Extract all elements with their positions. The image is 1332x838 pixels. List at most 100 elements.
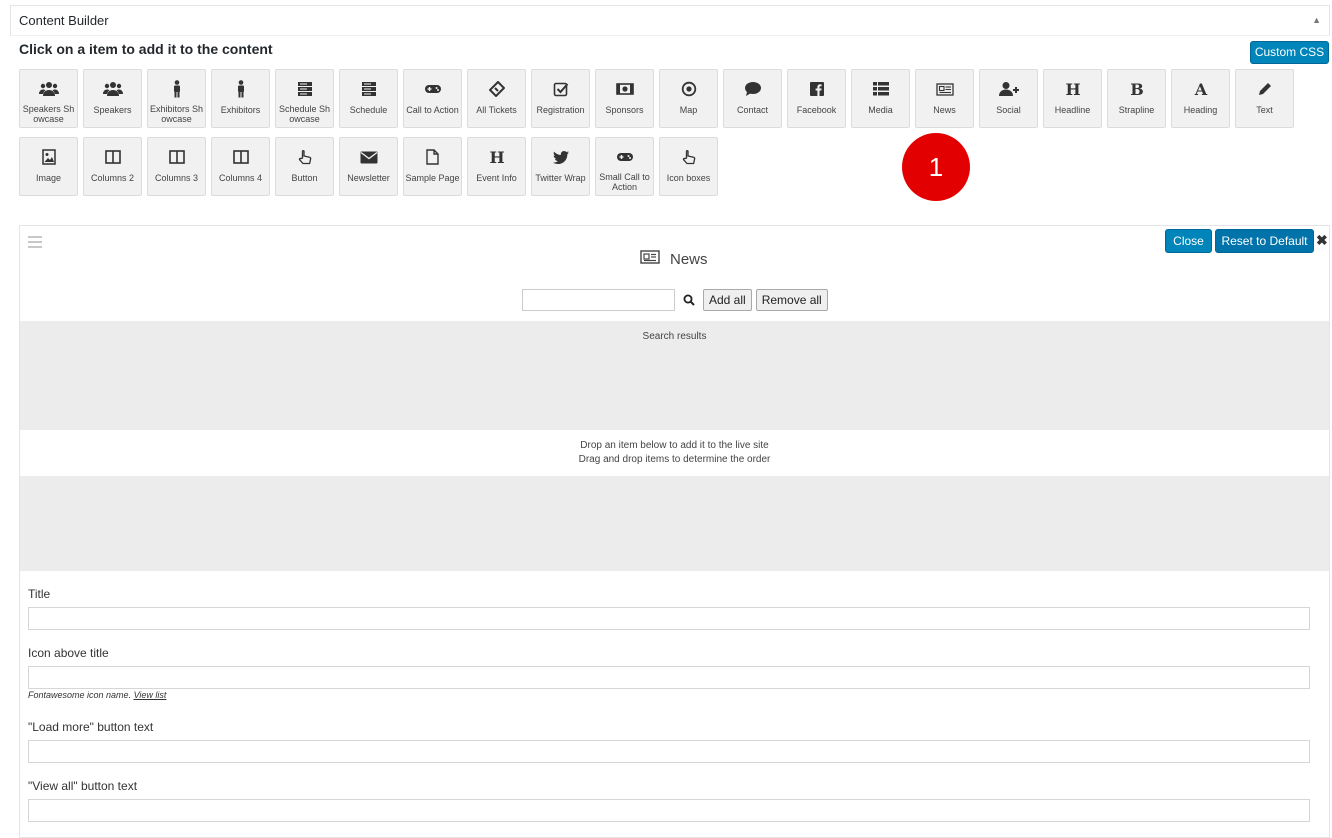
users-icon	[84, 80, 141, 98]
annotation-badge-1: 1	[902, 133, 970, 201]
palette-item-twitter-wrap[interactable]: Twitter Wrap	[531, 137, 590, 196]
palette-item-headline[interactable]: H Headline	[1043, 69, 1102, 128]
server-icon	[340, 80, 397, 98]
twitter-icon	[532, 148, 589, 166]
search-row: Add all Remove all	[522, 289, 832, 311]
search-input[interactable]	[522, 289, 675, 311]
palette-item-schedule-showcase[interactable]: Schedule Showcase	[275, 69, 334, 128]
close-button[interactable]: Close	[1165, 229, 1212, 253]
editor-title: News	[640, 250, 708, 268]
palette-item-event-info[interactable]: H Event Info	[467, 137, 526, 196]
panel-header: Content Builder ▲	[10, 5, 1330, 36]
user-plus-icon	[980, 80, 1037, 98]
palette-item-label: Registration	[536, 105, 585, 115]
drop-zone[interactable]	[20, 476, 1329, 571]
title-field[interactable]	[28, 607, 1310, 630]
search-icon[interactable]	[683, 294, 695, 306]
view-all-field[interactable]	[28, 799, 1310, 822]
hand-pointer-icon	[660, 148, 717, 166]
palette-item-map[interactable]: Map	[659, 69, 718, 128]
palette-item-label: All Tickets	[476, 105, 517, 115]
palette-item-label: Exhibitors Showcase	[149, 104, 204, 124]
ticket-icon	[468, 80, 525, 98]
icon-above-title-label: Icon above title	[28, 646, 109, 660]
columns-icon	[84, 148, 141, 166]
columns-icon	[148, 148, 205, 166]
palette-item-icon-boxes[interactable]: Icon boxes	[659, 137, 718, 196]
palette-item-image[interactable]: Image	[19, 137, 78, 196]
palette-item-speakers-showcase[interactable]: Speakers Showcase	[19, 69, 78, 128]
palette-item-button[interactable]: Button	[275, 137, 334, 196]
drop-instruction-line-2: Drag and drop items to determine the ord…	[578, 454, 771, 465]
palette-item-label: Twitter Wrap	[535, 173, 586, 183]
palette-item-newsletter[interactable]: Newsletter	[339, 137, 398, 196]
columns-icon	[212, 148, 269, 166]
palette-item-heading[interactable]: A Heading	[1171, 69, 1230, 128]
add-all-button[interactable]: Add all	[703, 289, 752, 311]
male-icon	[212, 80, 269, 98]
list-icon	[852, 80, 909, 98]
icon-hint: Fontawesome icon name. View list	[28, 690, 166, 700]
icon-above-title-field[interactable]	[28, 666, 1310, 689]
palette-item-label: Facebook	[796, 105, 837, 115]
editor-title-text: News	[670, 250, 708, 268]
palette-item-label: Sponsors	[605, 105, 644, 115]
view-all-label: "View all" button text	[28, 779, 138, 793]
palette-item-label: Strapline	[1118, 105, 1155, 115]
palette-item-text[interactable]: Text	[1235, 69, 1294, 128]
load-more-field[interactable]	[28, 740, 1310, 763]
palette-item-facebook[interactable]: Facebook	[787, 69, 846, 128]
palette-item-media[interactable]: Media	[851, 69, 910, 128]
palette-item-label: Speakers Showcase	[22, 104, 75, 124]
newspaper-icon	[640, 250, 660, 268]
remove-all-button[interactable]: Remove all	[755, 289, 828, 311]
header-icon: H	[468, 148, 525, 166]
palette-item-label: Columns 3	[154, 173, 199, 183]
palette-item-columns-4[interactable]: Columns 4	[211, 137, 270, 196]
title-label: Title	[28, 587, 51, 601]
palette-item-contact[interactable]: Contact	[723, 69, 782, 128]
palette-item-registration[interactable]: Registration	[531, 69, 590, 128]
palette-item-news[interactable]: News	[915, 69, 974, 128]
server-icon	[276, 80, 333, 98]
palette-item-social[interactable]: Social	[979, 69, 1038, 128]
search-results-label: Search results	[642, 331, 707, 342]
svg-text:A: A	[1193, 81, 1207, 97]
drag-handle-icon[interactable]	[28, 236, 42, 251]
palette-item-label: News	[933, 105, 956, 115]
envelope-icon	[340, 148, 397, 166]
palette-item-label: Schedule	[349, 105, 388, 115]
palette-item-small-call-to-action[interactable]: Small Call to Action	[595, 137, 654, 196]
svg-text:H: H	[1065, 81, 1080, 97]
dot-circle-icon	[660, 80, 717, 98]
palette-item-strapline[interactable]: B Strapline	[1107, 69, 1166, 128]
facebook-icon	[788, 80, 845, 98]
palette-item-label: Columns 4	[218, 173, 263, 183]
users-icon	[20, 80, 77, 98]
palette-item-call-to-action[interactable]: Call to Action	[403, 69, 462, 128]
drop-instruction-line-1: Drop an item below to add it to the live…	[580, 440, 769, 451]
custom-css-button[interactable]: Custom CSS	[1250, 41, 1329, 64]
reset-to-default-button[interactable]: Reset to Default	[1215, 229, 1314, 253]
hand-pointer-icon	[276, 148, 333, 166]
palette-item-speakers[interactable]: Speakers	[83, 69, 142, 128]
font-icon: A	[1172, 80, 1229, 98]
palette-item-exhibitors-showcase[interactable]: Exhibitors Showcase	[147, 69, 206, 128]
close-x-icon[interactable]: ✖	[1316, 232, 1328, 249]
collapse-toggle-icon[interactable]: ▲	[1312, 15, 1321, 25]
palette-item-sponsors[interactable]: Sponsors	[595, 69, 654, 128]
palette-item-all-tickets[interactable]: All Tickets	[467, 69, 526, 128]
palette-item-exhibitors[interactable]: Exhibitors	[211, 69, 270, 128]
palette-item-sample-page[interactable]: Sample Page	[403, 137, 462, 196]
load-more-label: "Load more" button text	[28, 720, 154, 734]
palette-item-label: Call to Action	[406, 105, 459, 115]
palette-item-label: Map	[679, 105, 698, 115]
view-list-link[interactable]: View list	[134, 690, 167, 700]
palette-item-columns-2[interactable]: Columns 2	[83, 137, 142, 196]
comment-icon	[724, 80, 781, 98]
file-icon	[404, 148, 461, 166]
palette-item-label: Speakers	[93, 105, 132, 115]
gamepad-icon	[596, 148, 653, 166]
palette-item-schedule[interactable]: Schedule	[339, 69, 398, 128]
palette-item-columns-3[interactable]: Columns 3	[147, 137, 206, 196]
